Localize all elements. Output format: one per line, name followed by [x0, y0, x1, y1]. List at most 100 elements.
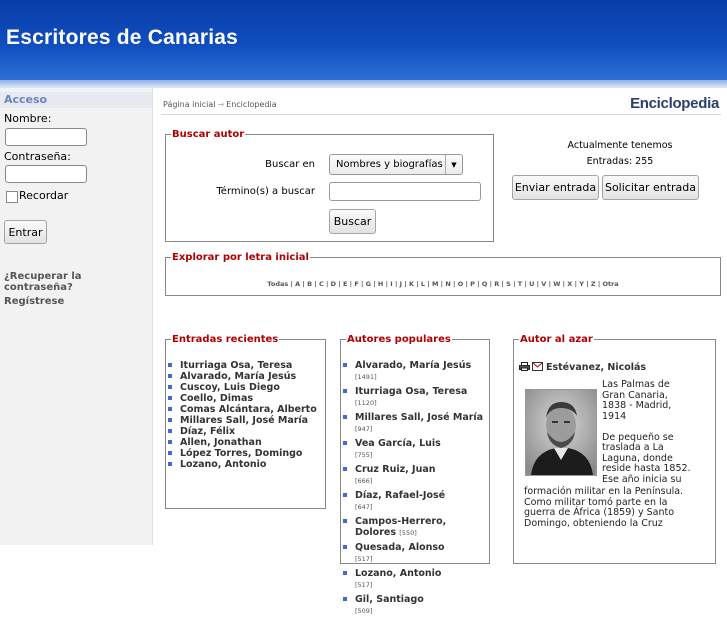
popular-legend: Autores populares	[347, 334, 451, 345]
letter-separator: |	[371, 280, 378, 288]
search-in-label: Buscar en	[265, 159, 315, 170]
explore-letters-box: Explorar por letra inicial Todas | A | B…	[165, 252, 721, 296]
breadcrumb-current: Enciclopedia	[226, 100, 277, 109]
popular-author-item[interactable]: Quesada, Alonso [517]	[342, 542, 488, 565]
letter-separator: |	[402, 280, 409, 288]
name-input[interactable]	[5, 128, 87, 146]
search-legend: Buscar autor	[172, 129, 245, 140]
bio-line: 1914	[602, 410, 627, 422]
letter-separator: |	[474, 280, 482, 288]
popular-author-item[interactable]: Vea García, Luis [755]	[342, 438, 488, 461]
letter-separator: |	[450, 280, 458, 288]
remember-label: Recordar	[19, 189, 69, 202]
popular-author-count: [666]	[355, 477, 373, 485]
author-bio-continued: formación militar en la Península. Como m…	[524, 486, 714, 529]
print-icon[interactable]	[519, 362, 530, 371]
recent-entry-item[interactable]: Cuscoy, Luis Diego	[167, 382, 323, 393]
main-content: Página inicial → Enciclopedia Enciclopedia…	[153, 88, 727, 615]
popular-author-name[interactable]: Millares Sall, José María	[355, 412, 483, 423]
letter-separator: |	[425, 280, 432, 288]
popular-author-count: [550]	[399, 529, 417, 537]
recover-password-link[interactable]: ¿Recuperar la contraseña?	[4, 271, 152, 293]
letter-link-otra[interactable]: Otra	[602, 280, 618, 288]
search-in-value: Nombres y biografías	[336, 159, 443, 170]
popular-author-name[interactable]: Alvarado, María Jesús	[355, 360, 471, 371]
entries-intro: Actualmente tenemos	[567, 140, 673, 151]
popular-author-item[interactable]: Alvarado, María Jesús [1491]	[342, 360, 488, 383]
popular-author-name[interactable]: Díaz, Rafael-José	[355, 490, 445, 501]
recent-entry-item[interactable]: Millares Sall, José María	[167, 415, 323, 426]
bio-line: formación militar en la Península.	[524, 486, 684, 497]
popular-author-name[interactable]: Iturriaga Osa, Teresa	[355, 386, 467, 397]
sidebar: Acceso Nombre: Contraseña: Recordar Entr…	[0, 88, 153, 545]
recent-legend: Entradas recientes	[172, 334, 279, 345]
popular-author-count: [647]	[355, 503, 373, 511]
popular-author-count: [509]	[355, 607, 373, 615]
letter-separator: |	[583, 280, 591, 288]
author-portrait[interactable]	[525, 389, 597, 476]
send-entry-button[interactable]: Enviar entrada	[512, 175, 599, 200]
popular-author-item[interactable]: Lozano, Antonio [517]	[342, 568, 488, 591]
letter-separator: |	[358, 280, 366, 288]
bio-line: 1838 - Madrid,	[602, 400, 672, 411]
popular-author-count: [947]	[355, 425, 373, 433]
bio-line: Domingo, obteniendo la Cruz	[524, 517, 663, 529]
email-icon[interactable]	[532, 362, 543, 371]
login-button[interactable]: Entrar	[4, 220, 47, 244]
popular-author-item[interactable]: Millares Sall, José María [947]	[342, 412, 488, 435]
random-author-title: Estévanez, Nicolás	[519, 362, 646, 373]
search-author-box: Buscar autor Buscar en Nombres y biograf…	[165, 129, 494, 242]
popular-author-item[interactable]: Gil, Santiago [509]	[342, 594, 488, 617]
bio-line: reside hasta 1852.	[602, 463, 691, 474]
bio-line: traslada a La	[602, 442, 664, 453]
popular-author-name[interactable]: Vea García, Luis	[355, 438, 441, 449]
popular-author-item[interactable]: Iturriaga Osa, Teresa [1120]	[342, 386, 488, 409]
recent-entry-item[interactable]: Comas Alcántara, Alberto	[167, 404, 323, 415]
recent-entry-item[interactable]: Iturriaga Osa, Teresa	[167, 360, 323, 371]
letter-link-todas[interactable]: Todas	[267, 280, 288, 288]
popular-author-item[interactable]: Campos-Herrero, Dolores [550]	[342, 516, 488, 539]
remember-checkbox[interactable]	[6, 191, 18, 203]
site-title[interactable]: Escritores de Canarias	[6, 26, 238, 50]
breadcrumb: Página inicial → Enciclopedia	[163, 100, 277, 109]
login-heading-bar: Acceso	[0, 92, 152, 108]
popular-author-item[interactable]: Díaz, Rafael-José [647]	[342, 490, 488, 513]
search-terms-input[interactable]	[329, 182, 481, 201]
chevron-down-icon: ▼	[445, 155, 462, 174]
recent-entry-item[interactable]: Allen, Jonathan	[167, 437, 323, 448]
letter-separator: |	[413, 280, 421, 288]
letter-index: Todas | A | B | C | D | E | F | G | H | …	[166, 280, 720, 288]
letter-separator: |	[336, 280, 343, 288]
author-bio-side: Las Palmas de Gran Canaria, 1838 - Madrid,…	[602, 379, 714, 485]
search-button[interactable]: Buscar	[329, 209, 376, 234]
recent-entry-item[interactable]: Alvarado, María Jesús	[167, 371, 323, 382]
popular-author-name[interactable]: Lozano, Antonio	[355, 568, 441, 579]
header-band	[0, 80, 727, 88]
password-input[interactable]	[5, 165, 87, 183]
random-legend: Autor al azar	[520, 334, 593, 345]
random-author-name[interactable]: Estévanez, Nicolás	[546, 362, 646, 373]
popular-author-name[interactable]: Cruz Ruiz, Juan	[355, 464, 436, 475]
recent-entry-item[interactable]: Díaz, Félix	[167, 426, 323, 437]
popular-author-count: [755]	[355, 451, 373, 459]
bio-line: guerra de África (1859) y Santo	[524, 507, 675, 518]
recent-entries-box: Entradas recientes Iturriaga Osa, Teresa…	[165, 334, 326, 509]
recent-entries-list: Iturriaga Osa, Teresa Alvarado, María Jes…	[167, 360, 323, 470]
breadcrumb-home[interactable]: Página inicial	[163, 100, 215, 109]
random-author-box: Autor al azar Estévanez, Nicolás Las Pal…	[513, 334, 716, 564]
register-link[interactable]: Regístrese	[4, 296, 64, 307]
popular-author-item[interactable]: Cruz Ruiz, Juan [666]	[342, 464, 488, 487]
request-entry-button[interactable]: Solicitar entrada	[602, 175, 699, 200]
popular-authors-box: Autores populares Alvarado, María Jesús […	[340, 334, 490, 615]
recent-entry-item[interactable]: Coello, Dimas	[167, 393, 323, 404]
popular-author-name[interactable]: Quesada, Alonso	[355, 542, 445, 553]
recent-entry-item[interactable]: López Torres, Domingo	[167, 448, 323, 459]
popular-author-name[interactable]: Gil, Santiago	[355, 594, 424, 605]
recent-entry-item[interactable]: Lozano, Antonio	[167, 459, 323, 470]
site-header: Escritores de Canarias	[0, 0, 727, 80]
password-label: Contraseña:	[4, 150, 71, 163]
breadcrumb-arrow: →	[217, 100, 225, 109]
search-in-select[interactable]: Nombres y biografías ▼	[329, 154, 463, 175]
letter-separator: |	[392, 280, 400, 288]
bio-line	[602, 422, 714, 433]
